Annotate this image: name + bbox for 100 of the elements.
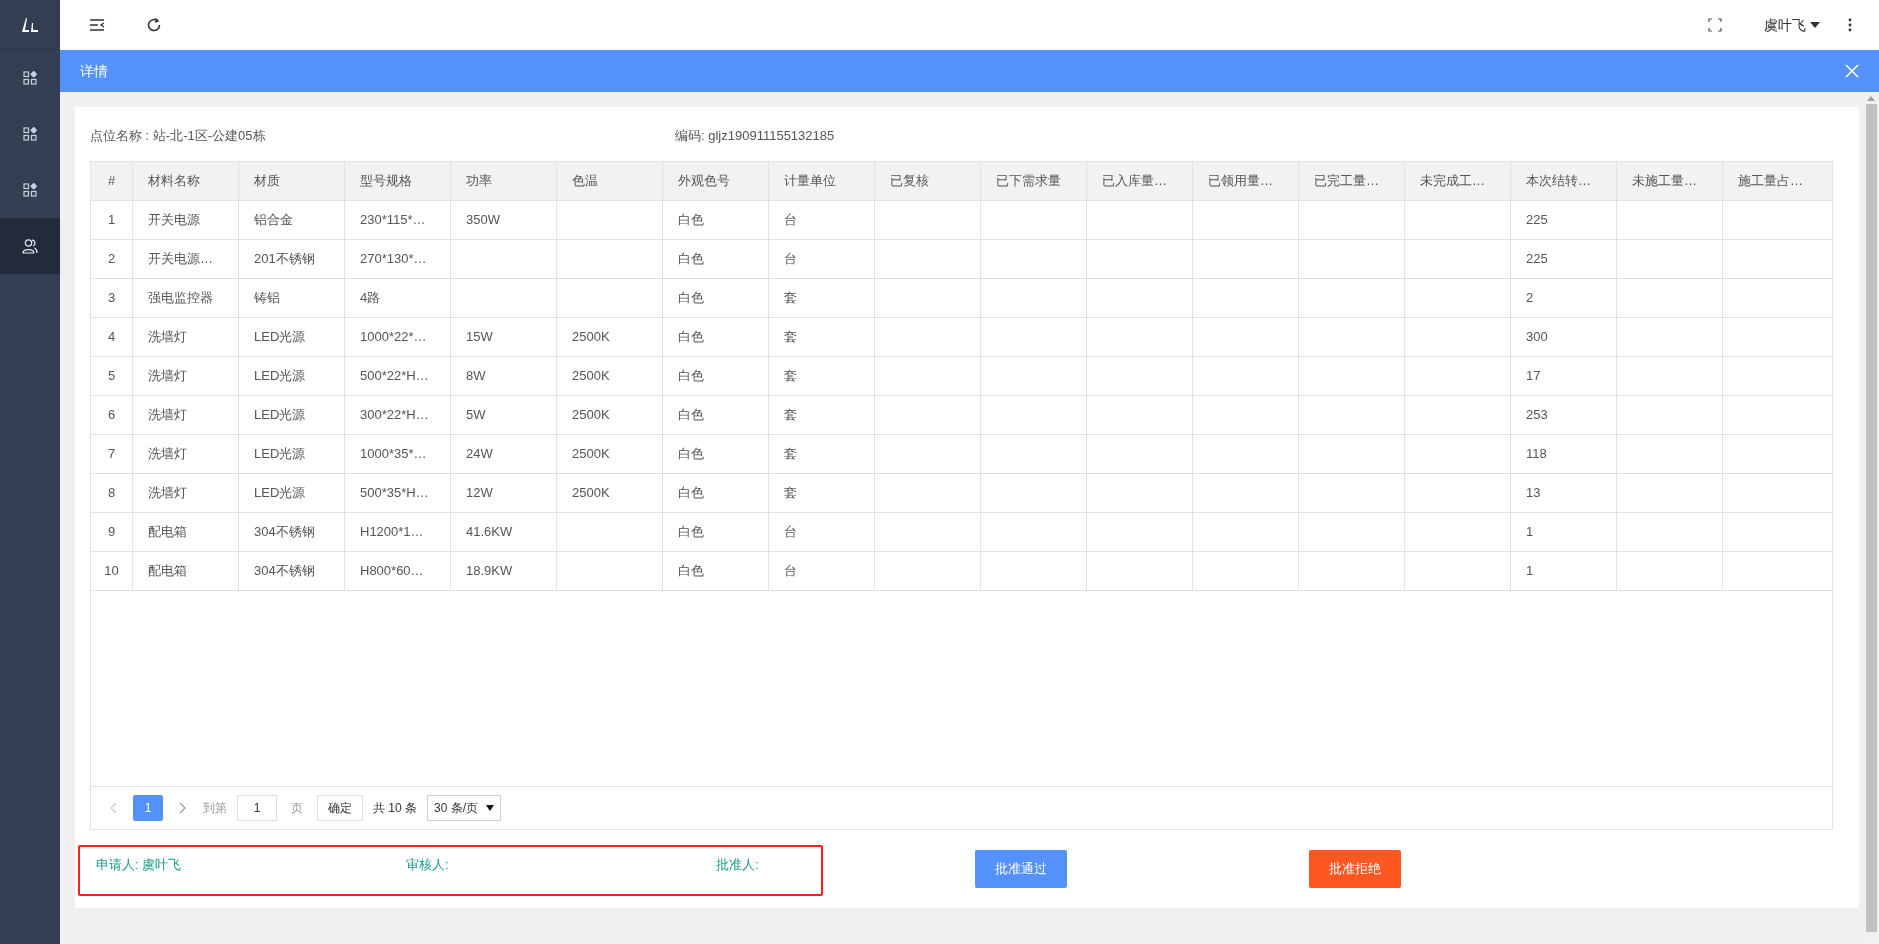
column-header: 已入库量…	[1086, 162, 1192, 200]
table-cell: LED光源	[238, 396, 344, 434]
table-cell-text: 2	[106, 250, 117, 269]
table-cell: 白色	[662, 357, 768, 395]
scrollbar-thumb[interactable]	[1865, 104, 1877, 932]
table-cell: 1000*35*…	[344, 435, 450, 473]
table-cell: 230*115*…	[344, 201, 450, 239]
table-cell: 台	[768, 513, 874, 551]
table-cell: 洗墙灯	[132, 435, 238, 473]
table-cell: 2500K	[556, 435, 662, 473]
table-cell-text: 7	[106, 445, 117, 464]
table-cell: 开关电源	[132, 201, 238, 239]
column-header: 功率	[450, 162, 556, 200]
column-header: #	[106, 172, 117, 191]
table-cell: 1	[1510, 513, 1616, 551]
table-cell: 17	[1510, 357, 1616, 395]
column-header: 已领用量…	[1192, 162, 1298, 200]
close-icon[interactable]	[1845, 64, 1859, 78]
table-cell: LED光源	[238, 318, 344, 356]
table-cell: LED光源	[238, 357, 344, 395]
table-cell: 13	[1510, 474, 1616, 512]
table-cell: 白色	[662, 396, 768, 434]
table-cell: 配电箱	[132, 513, 238, 551]
table-cell: 8W	[450, 357, 556, 395]
column-header: 已下需求量	[980, 162, 1086, 200]
table-cell-text: 4	[106, 328, 117, 347]
table-cell: 41.6KW	[450, 513, 556, 551]
table-cell: 洗墙灯	[132, 396, 238, 434]
table-cell: 配电箱	[132, 552, 238, 590]
column-header: 材质	[238, 162, 344, 200]
table-cell: 白色	[662, 552, 768, 590]
column-header: 已完工量…	[1298, 162, 1404, 200]
table-cell: 白色	[662, 279, 768, 317]
table-cell: 铝合金	[238, 201, 344, 239]
table-cell: 15W	[450, 318, 556, 356]
table-cell-text: 8	[106, 484, 117, 503]
table-cell: 2	[1510, 279, 1616, 317]
caret-icon	[486, 805, 495, 811]
apps-icon	[23, 71, 37, 85]
table-cell: LED光源	[238, 474, 344, 512]
table-cell-text: 6	[106, 406, 117, 425]
table-cell: 套	[768, 396, 874, 434]
user-menu[interactable]: 虞叶飞	[1764, 14, 1820, 36]
users-icon	[22, 238, 38, 254]
table-cell: 洗墙灯	[132, 474, 238, 512]
table-cell: 304不锈钢	[238, 513, 344, 551]
sidebar-item[interactable]	[0, 218, 60, 274]
column-header: 未施工量…	[1616, 162, 1722, 200]
table-cell: 18.9KW	[450, 552, 556, 590]
table-cell: 350W	[450, 201, 556, 239]
table-cell: H1200*1…	[344, 513, 450, 551]
table-cell: LED光源	[238, 435, 344, 473]
table-cell: 253	[1510, 396, 1616, 434]
table-cell: 套	[768, 435, 874, 473]
table-cell: 2500K	[556, 396, 662, 434]
page-size-select[interactable]: 30 条/页	[427, 795, 502, 821]
apps-icon	[23, 183, 37, 197]
scroll-up-icon	[1867, 96, 1875, 101]
panel-title: 详情	[80, 61, 108, 81]
table-cell: 225	[1510, 201, 1616, 239]
confirm-button[interactable]: 确定	[317, 795, 363, 821]
table-cell: 304不锈钢	[238, 552, 344, 590]
table-cell: 500*35*H…	[344, 474, 450, 512]
column-header: 本次结转…	[1510, 162, 1616, 200]
table-cell: 300	[1510, 318, 1616, 356]
fullscreen-icon[interactable]	[1708, 18, 1722, 32]
table-cell: 白色	[662, 201, 768, 239]
table-cell-text: 1	[106, 211, 117, 230]
column-header: 计量单位	[768, 162, 874, 200]
table-cell-text: 3	[106, 289, 117, 308]
table-cell: 白色	[662, 474, 768, 512]
goto-label: 到第	[203, 800, 227, 817]
table-cell: 2500K	[556, 474, 662, 512]
table-cell: 24W	[450, 435, 556, 473]
table-cell: 1000*22*…	[344, 318, 450, 356]
logo-icon	[20, 16, 40, 33]
page-input[interactable]: 1	[237, 795, 277, 821]
table-cell: 2500K	[556, 357, 662, 395]
table-cell: 300*22*H…	[344, 396, 450, 434]
table-cell: 1	[1510, 552, 1616, 590]
more-icon[interactable]	[1848, 18, 1854, 32]
signature-text: 审核人:	[406, 857, 449, 872]
column-header: 色温	[556, 162, 662, 200]
column-header: 施工量占…	[1722, 162, 1828, 200]
table-cell: 225	[1510, 240, 1616, 278]
column-header: 已复核	[874, 162, 980, 200]
table-cell: 套	[768, 357, 874, 395]
table-cell: 白色	[662, 318, 768, 356]
table-cell: 12W	[450, 474, 556, 512]
column-header: 未完成工…	[1404, 162, 1510, 200]
table-cell: 套	[768, 279, 874, 317]
table-cell-text: 5	[106, 367, 117, 386]
table-cell: 118	[1510, 435, 1616, 473]
table-cell: 套	[768, 474, 874, 512]
page-suffix: 页	[291, 800, 303, 817]
signature-text: 批准人:	[716, 857, 759, 872]
table-cell: 白色	[662, 513, 768, 551]
signature-text: 申请人: 虞叶飞	[96, 857, 182, 872]
column-header: 型号规格	[344, 162, 450, 200]
table-cell: 强电监控器	[132, 279, 238, 317]
